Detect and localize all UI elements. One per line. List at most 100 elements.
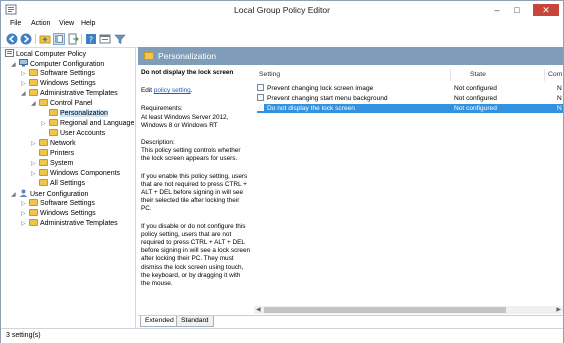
tree-node-control-panel[interactable]: ◢ Control Panel	[31, 99, 92, 109]
settings-list: Setting State Com Prevent changing lock …	[254, 69, 563, 319]
folder-icon	[49, 109, 58, 116]
requirements-text: At least Windows Server 2012, Windows 8 …	[141, 113, 229, 129]
edit-suffix: .	[190, 87, 193, 95]
help-icon[interactable]: ?	[85, 33, 97, 45]
collapsed-arrow-icon[interactable]: ▷	[31, 169, 39, 179]
tree-node-user-configuration[interactable]: ◢ User Configuration	[11, 189, 88, 199]
column-separator[interactable]	[450, 69, 451, 81]
tree-node-software-settings[interactable]: ▷ Software Settings	[21, 69, 95, 79]
tree-node-administrative-templates[interactable]: ◢ Administrative Templates	[21, 89, 118, 99]
pane-header: Personalization	[138, 47, 563, 65]
tree-node-printers[interactable]: Printers	[31, 149, 74, 159]
menu-view[interactable]: View	[59, 20, 74, 27]
export-list-icon[interactable]	[67, 33, 79, 45]
folder-icon	[29, 89, 38, 96]
toolbar: ?	[1, 32, 563, 48]
setting-comment: N	[557, 95, 562, 102]
tab-standard[interactable]: Standard	[176, 316, 214, 327]
menu-bar: File Action View Help	[1, 19, 563, 31]
menu-help[interactable]: Help	[81, 20, 95, 27]
column-separator[interactable]	[544, 69, 545, 81]
setting-name: Prevent changing start menu background	[267, 95, 388, 102]
collapsed-arrow-icon[interactable]: ▷	[31, 139, 39, 149]
user-icon	[19, 189, 28, 197]
tree-node-local-computer-policy[interactable]: Local Computer Policy	[5, 49, 86, 59]
folder-icon	[39, 159, 48, 166]
maximize-button[interactable]: □	[509, 4, 525, 16]
up-folder-icon[interactable]	[39, 33, 51, 45]
close-button[interactable]: ✕	[533, 4, 559, 16]
scrollbar-thumb[interactable]	[264, 307, 506, 313]
tree-node-user-windows-settings[interactable]: ▷ Windows Settings	[21, 209, 96, 219]
setting-name: Prevent changing lock screen image	[267, 85, 374, 92]
back-icon[interactable]	[6, 33, 18, 45]
collapsed-arrow-icon[interactable]: ▷	[21, 79, 29, 89]
column-header-setting[interactable]: Setting	[259, 71, 280, 78]
setting-comment: N	[557, 85, 562, 92]
svg-text:?: ?	[89, 36, 93, 45]
pane-header-title: Personalization	[158, 51, 217, 61]
menu-file[interactable]: File	[10, 20, 21, 27]
navigation-tree: Local Computer Policy ◢ Computer Configur…	[5, 47, 136, 328]
tree-node-user-accounts[interactable]: User Accounts	[41, 129, 105, 139]
expanded-arrow-icon[interactable]: ◢	[31, 99, 39, 109]
column-header-comment[interactable]: Com	[548, 71, 562, 78]
tree-node-label: All Settings	[50, 180, 86, 187]
policy-icon	[5, 49, 14, 57]
scroll-right-icon[interactable]: ▶	[556, 306, 561, 313]
tree-node-personalization[interactable]: Personalization	[41, 109, 108, 119]
collapsed-arrow-icon[interactable]: ▷	[31, 159, 39, 169]
folder-icon	[39, 169, 48, 176]
expanded-arrow-icon[interactable]: ◢	[21, 89, 29, 99]
folder-icon	[29, 209, 38, 216]
minimize-button[interactable]: –	[489, 4, 505, 16]
forward-icon[interactable]	[20, 33, 32, 45]
tree-node-computer-configuration[interactable]: ◢ Computer Configuration	[11, 59, 104, 69]
edit-policy-setting-link[interactable]: policy setting	[154, 87, 191, 94]
properties-icon[interactable]	[99, 33, 111, 45]
collapsed-arrow-icon[interactable]: ▷	[21, 219, 29, 229]
description-label: Description:	[141, 139, 175, 147]
tree-node-network[interactable]: ▷ Network	[31, 139, 76, 149]
setting-state: Not configured	[454, 95, 497, 102]
horizontal-scrollbar[interactable]: ◀ ▶	[254, 306, 563, 314]
tree-node-regional-and-language[interactable]: ▷ Regional and Language	[41, 119, 134, 129]
tree-node-label: Administrative Templates	[40, 90, 118, 97]
column-header-state[interactable]: State	[470, 71, 486, 78]
status-bar: 3 setting(s)	[1, 328, 563, 343]
tree-node-windows-components[interactable]: ▷ Windows Components	[31, 169, 120, 179]
menu-action[interactable]: Action	[31, 20, 50, 27]
tree-node-user-administrative-templates[interactable]: ▷ Administrative Templates	[21, 219, 118, 229]
expanded-arrow-icon[interactable]: ◢	[11, 60, 19, 70]
tree-node-label: System	[50, 160, 74, 167]
folder-icon	[39, 179, 48, 186]
collapsed-arrow-icon[interactable]: ▷	[21, 69, 29, 79]
collapsed-arrow-icon[interactable]: ▷	[21, 199, 29, 209]
extended-description: Do not display the lock screen Edit poli…	[138, 69, 251, 319]
tree-node-label: Local Computer Policy	[16, 51, 87, 58]
folder-icon	[144, 52, 154, 60]
tree-node-user-software-settings[interactable]: ▷ Software Settings	[21, 199, 95, 209]
expanded-arrow-icon[interactable]: ◢	[11, 190, 19, 200]
policy-setting-icon	[257, 104, 264, 111]
tree-node-system[interactable]: ▷ System	[31, 159, 73, 169]
filter-icon[interactable]	[114, 33, 126, 45]
toolbar-separator	[35, 34, 36, 44]
setting-row-selected[interactable]: Do not display the lock screen Not confi…	[257, 104, 563, 113]
details-pane: Personalization Do not display the lock …	[138, 47, 563, 328]
collapsed-arrow-icon[interactable]: ▷	[21, 209, 29, 219]
tree-node-windows-settings[interactable]: ▷ Windows Settings	[21, 79, 96, 89]
tree-node-all-settings[interactable]: All Settings	[31, 179, 85, 189]
show-hide-tree-icon[interactable]	[53, 33, 65, 45]
folder-icon	[39, 149, 48, 156]
tree-node-label: Administrative Templates	[40, 220, 118, 227]
collapsed-arrow-icon[interactable]: ▷	[41, 119, 49, 129]
scroll-left-icon[interactable]: ◀	[256, 306, 261, 313]
main-window: Local Group Policy Editor – □ ✕ File Act…	[0, 0, 564, 343]
tab-extended[interactable]: Extended	[140, 316, 179, 327]
folder-icon	[39, 99, 48, 106]
setting-row[interactable]: Prevent changing lock screen image Not c…	[257, 84, 563, 93]
title-bar: Local Group Policy Editor – □ ✕	[1, 1, 563, 19]
tree-node-label: Windows Settings	[40, 210, 96, 217]
setting-row[interactable]: Prevent changing start menu background N…	[257, 94, 563, 103]
